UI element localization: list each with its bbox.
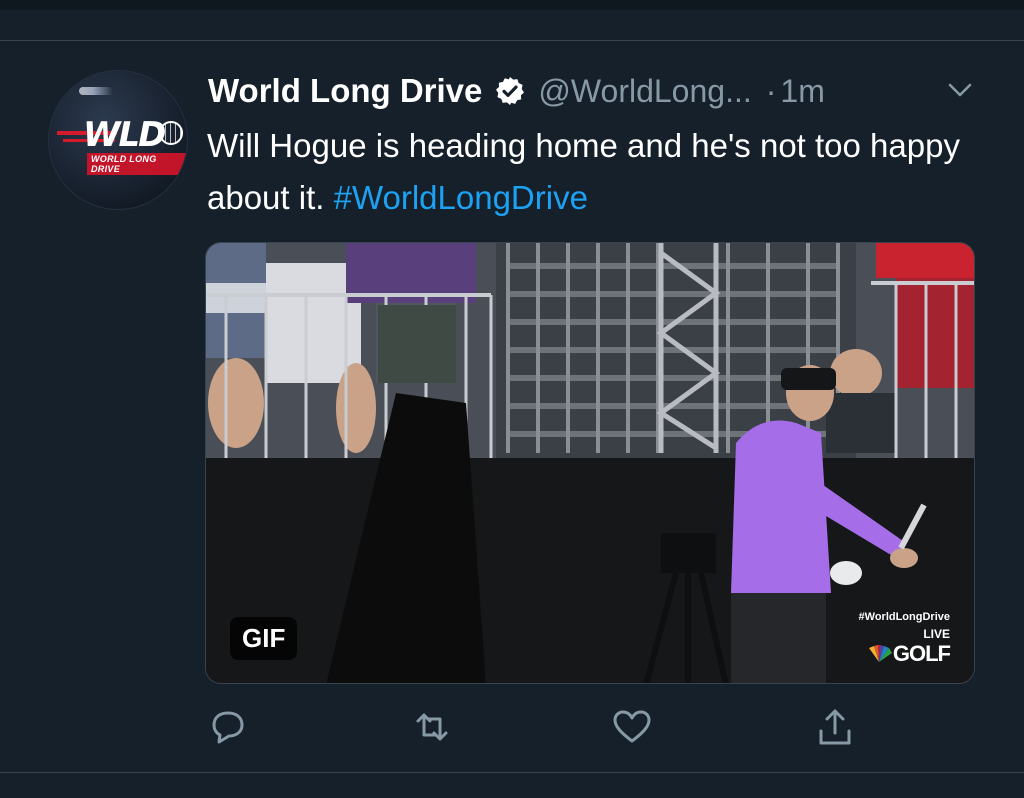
tweet-text: Will Hogue is heading home and he's not … bbox=[207, 120, 967, 224]
watermark-network: GOLF bbox=[865, 641, 951, 667]
verified-badge-icon bbox=[496, 77, 525, 105]
separator-dot: · bbox=[765, 72, 777, 109]
heart-icon[interactable] bbox=[610, 705, 654, 749]
globe-icon bbox=[159, 121, 183, 145]
chevron-down-icon[interactable] bbox=[946, 80, 974, 100]
network-name: GOLF bbox=[892, 641, 951, 666]
watermark-live: LIVE bbox=[923, 627, 950, 641]
avatar-sub-text: WORLD LONG DRIVE bbox=[87, 153, 187, 175]
handle[interactable]: @WorldLong... bbox=[538, 73, 751, 110]
reply-icon[interactable] bbox=[206, 705, 250, 749]
avatar[interactable]: WLD WORLD LONG DRIVE bbox=[48, 70, 188, 210]
share-icon[interactable] bbox=[813, 705, 857, 749]
tweet-header: World Long Drive @WorldLong... · 1m bbox=[208, 70, 825, 112]
peacock-icon bbox=[868, 645, 892, 662]
tweet-actions bbox=[0, 705, 1024, 751]
gif-media[interactable]: GIF #WorldLongDrive LIVE GOLF bbox=[205, 242, 975, 684]
avatar-logo-text: WLD bbox=[83, 115, 166, 155]
hashtag-link[interactable]: #WorldLongDrive bbox=[334, 179, 588, 216]
retweet-icon[interactable] bbox=[410, 705, 454, 749]
display-name[interactable]: World Long Drive bbox=[208, 72, 482, 110]
timestamp[interactable]: 1m bbox=[780, 73, 824, 110]
bottom-divider bbox=[0, 772, 1024, 773]
watermark-hashtag: #WorldLongDrive bbox=[858, 611, 950, 623]
stadium-lights bbox=[79, 87, 113, 95]
top-divider bbox=[0, 40, 1024, 41]
status-strip bbox=[0, 0, 1024, 10]
gif-badge[interactable]: GIF bbox=[230, 617, 298, 660]
